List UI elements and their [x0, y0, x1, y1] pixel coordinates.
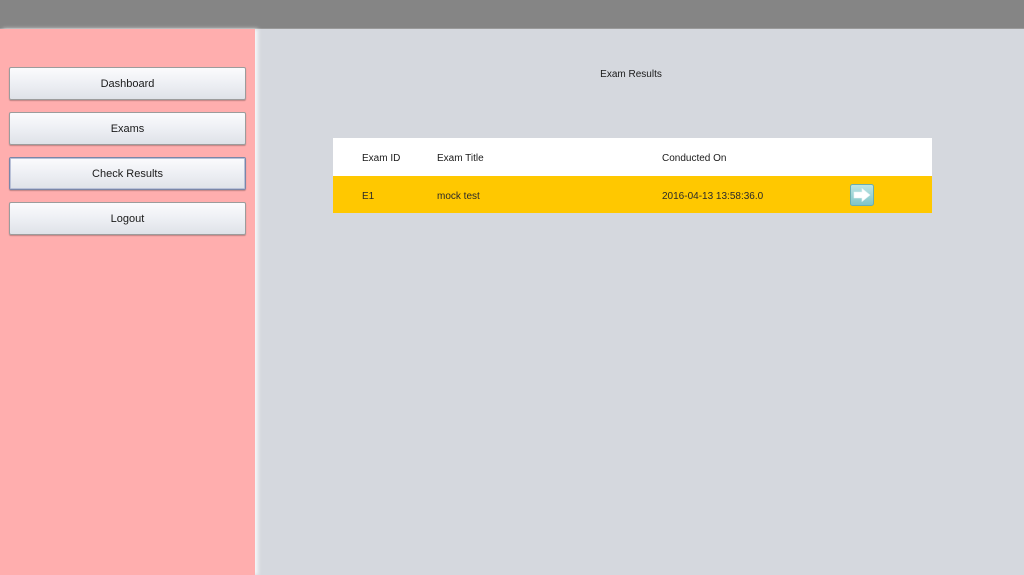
column-header-exam-title: Exam Title	[437, 153, 484, 164]
title-bar	[0, 0, 1024, 29]
cell-conducted-on: 2016-04-13 13:58:36.0	[662, 191, 764, 202]
column-header-exam-id: Exam ID	[362, 153, 401, 164]
check-results-button[interactable]: Check Results	[9, 157, 246, 190]
table-row[interactable]: E1 mock test 2016-04-13 13:58:36.0	[333, 176, 932, 213]
results-table: Exam ID Exam Title Conducted On E1 mock …	[333, 138, 932, 213]
sidebar: Dashboard Exams Check Results Logout	[0, 29, 255, 575]
main-content: Exam Results Exam ID Exam Title Conducte…	[258, 29, 1024, 575]
cell-exam-id: E1	[362, 191, 375, 202]
arrow-right-icon	[850, 184, 874, 206]
exams-button[interactable]: Exams	[9, 112, 246, 145]
app-window: Dashboard Exams Check Results Logout Exa…	[0, 0, 1024, 575]
column-header-conducted-on: Conducted On	[662, 153, 727, 164]
dashboard-button[interactable]: Dashboard	[9, 67, 246, 100]
page-title: Exam Results	[600, 69, 662, 80]
table-header: Exam ID Exam Title Conducted On	[333, 138, 932, 176]
logout-button[interactable]: Logout	[9, 202, 246, 235]
cell-exam-title: mock test	[437, 191, 480, 202]
view-result-button[interactable]	[850, 184, 874, 206]
